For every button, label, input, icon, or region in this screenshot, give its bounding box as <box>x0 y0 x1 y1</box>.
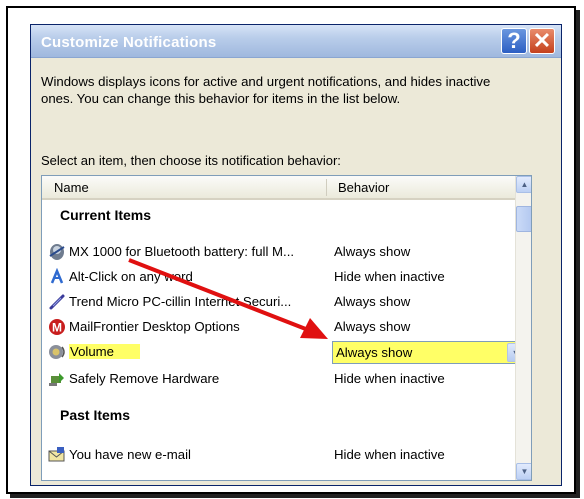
annotation-arrow-icon <box>128 258 328 339</box>
